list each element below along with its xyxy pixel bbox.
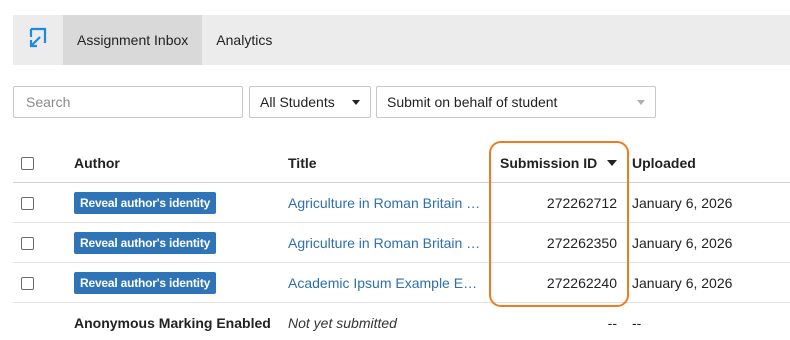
submission-id: 272262350	[546, 235, 617, 251]
table-row: Reveal author's identity Academic Ipsum …	[13, 263, 790, 303]
column-header-submission-id-label: Submission ID	[500, 155, 598, 171]
submissions-table: Author Title Submission ID Uploaded Reve…	[13, 143, 790, 340]
uploaded-date: January 6, 2026	[632, 195, 733, 211]
table-row: Reveal author's identity Agriculture in …	[13, 183, 790, 223]
submit-on-behalf-select[interactable]: Submit on behalf of student	[376, 86, 656, 118]
row-checkbox[interactable]	[21, 196, 34, 210]
uploaded-date: January 6, 2026	[632, 275, 733, 291]
app-logo-icon[interactable]	[13, 15, 63, 65]
column-header-uploaded[interactable]: Uploaded	[632, 143, 782, 183]
uploaded-date: January 6, 2026	[632, 235, 733, 251]
uploaded-date: --	[632, 315, 642, 331]
anonymous-marking-label: Anonymous Marking Enabled	[74, 315, 271, 331]
column-header-submission-id[interactable]: Submission ID	[493, 143, 631, 183]
column-header-author[interactable]: Author	[74, 143, 284, 183]
submission-title-link[interactable]: Academic Ipsum Example Es…	[288, 275, 484, 291]
submission-title-link[interactable]: Agriculture in Roman Britain …	[288, 195, 484, 211]
row-checkbox[interactable]	[21, 236, 34, 250]
submission-title-link[interactable]: Agriculture in Roman Britain …	[288, 235, 484, 251]
table-row: Reveal author's identity Agriculture in …	[13, 223, 790, 263]
submission-id: --	[607, 315, 617, 331]
chevron-down-icon	[352, 99, 360, 105]
submission-id: 272262240	[546, 275, 617, 291]
submit-on-behalf-value: Submit on behalf of student	[387, 94, 558, 110]
reveal-author-identity-button[interactable]: Reveal author's identity	[74, 192, 217, 214]
sort-descending-icon	[607, 160, 618, 166]
reveal-author-identity-button[interactable]: Reveal author's identity	[74, 272, 217, 294]
select-all-checkbox[interactable]	[21, 156, 34, 170]
submission-id: 272262712	[546, 195, 617, 211]
search-input[interactable]	[13, 86, 243, 118]
table-header-row: Author Title Submission ID Uploaded	[13, 143, 790, 183]
row-checkbox[interactable]	[21, 276, 34, 290]
students-filter-select[interactable]: All Students	[249, 86, 371, 118]
students-filter-value: All Students	[260, 94, 335, 110]
reveal-author-identity-button[interactable]: Reveal author's identity	[74, 232, 217, 254]
top-navigation: Assignment Inbox Analytics	[13, 15, 790, 65]
tab-assignment-inbox[interactable]: Assignment Inbox	[63, 15, 203, 65]
tab-analytics[interactable]: Analytics	[202, 15, 286, 65]
chevron-down-icon	[637, 99, 645, 105]
not-submitted-label: Not yet submitted	[288, 315, 397, 331]
table-row: Anonymous Marking Enabled Not yet submit…	[13, 303, 790, 340]
column-header-title[interactable]: Title	[288, 143, 488, 183]
